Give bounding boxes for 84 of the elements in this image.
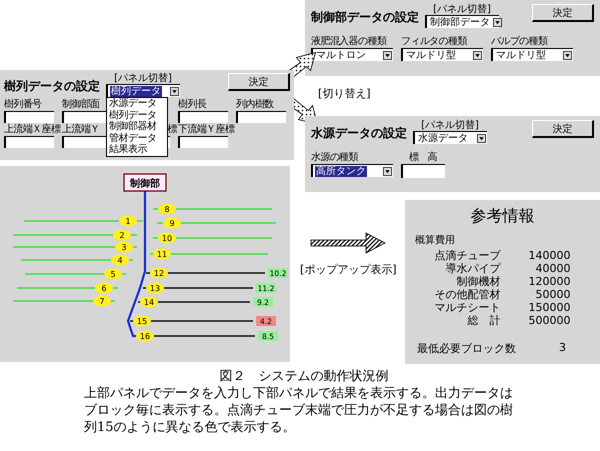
- cost-label: 総 計: [466, 314, 500, 327]
- branch-number-badge: 1: [119, 216, 137, 226]
- switch-label: [パネル切替]: [433, 4, 491, 15]
- field-label: 制御部面: [62, 99, 100, 111]
- cost-label: 導水パイプ: [444, 262, 500, 275]
- branch-number-badge: 5: [104, 268, 122, 280]
- dropdown-option[interactable]: 水源データ: [107, 98, 167, 110]
- field-label: 水源の種類: [311, 152, 358, 164]
- dropdown-option[interactable]: 結果表示: [107, 144, 167, 156]
- cost-value: 140000: [528, 249, 570, 262]
- branch-number-badge: 16: [136, 330, 154, 342]
- caption-text: 上部パネルでデータを入力し下部パネルで結果を表示する。出力データはブロック毎に表示する。点滴チューブ末端で圧力が不足する場合は図の樹列15のように異なる色で表示する。: [84, 385, 514, 436]
- cost-value: 50000: [534, 288, 570, 301]
- confirm-button[interactable]: 決定: [532, 120, 594, 138]
- figure-caption: 図２ システムの動作状況例: [220, 368, 388, 385]
- input-field[interactable]: [178, 136, 228, 148]
- cost-value: 150000: [528, 301, 570, 314]
- cost-label: 制御機材: [456, 275, 500, 288]
- branch-number-badge: 3: [115, 242, 133, 252]
- panel-switch-select[interactable]: 樹列データ: [106, 84, 180, 97]
- field-label: 標: [168, 124, 177, 136]
- caret-icon: [477, 134, 486, 142]
- branch-number-badge: 9: [163, 218, 181, 228]
- switch-label: [パネル切替]: [421, 120, 479, 131]
- field-label: 下流端Ｙ座標: [178, 124, 234, 136]
- field-label: 樹列長: [178, 99, 206, 111]
- info-title: 参考情報: [470, 206, 534, 227]
- caret-icon: [383, 50, 392, 60]
- section-label: 概算費用: [415, 234, 456, 247]
- branch-number-badge: 12: [150, 268, 168, 278]
- branch-number-badge: 11: [153, 248, 171, 260]
- branch-number-badge: 13: [146, 282, 164, 294]
- type-select[interactable]: マルトロン: [311, 48, 393, 61]
- type-select[interactable]: マルドリ型: [401, 48, 483, 61]
- field-label: バルブの種類: [491, 36, 548, 48]
- field-label: 上流端Ｘ座標: [4, 124, 60, 136]
- panel-title: 樹列データの設定: [4, 78, 100, 95]
- type-select[interactable]: マルドリ型: [491, 48, 573, 61]
- dropdown-option[interactable]: 制御部器材: [107, 121, 167, 132]
- branch-number-badge: 4: [111, 254, 129, 266]
- caret-icon: [473, 50, 482, 60]
- field-label: 液肥混入器の種類: [311, 36, 386, 48]
- cost-label: その他配管材: [434, 288, 500, 301]
- branch-number-badge: 2: [113, 230, 131, 240]
- dropdown-option[interactable]: 管材データ: [107, 132, 167, 144]
- branch-number-badge: 10: [158, 232, 176, 244]
- cost-value: 120000: [528, 275, 570, 288]
- cost-label: マルチシート: [434, 301, 500, 314]
- input-field[interactable]: [178, 111, 228, 123]
- field-label: 樹列番号: [4, 99, 42, 111]
- input-field[interactable]: [4, 111, 54, 123]
- confirm-button[interactable]: 決定: [228, 73, 290, 91]
- panel-title: 水源データの設定: [311, 125, 407, 142]
- field-label: 上流端Ｙ: [62, 124, 100, 136]
- cost-value: 40000: [534, 262, 570, 275]
- input-field[interactable]: [4, 136, 54, 148]
- popup-note: [ポップアップ表示]: [300, 262, 397, 277]
- switch-label: [パネル切替]: [114, 73, 172, 84]
- min-blocks-value: 3: [559, 341, 566, 356]
- caret-icon: [563, 50, 572, 60]
- caret-icon: [493, 18, 502, 26]
- switch-note: [切り替え]: [318, 86, 371, 101]
- dropdown-option[interactable]: 樹列データ: [107, 110, 167, 121]
- branch-number-badge: 15: [133, 316, 151, 326]
- field-label: 列内樹数: [236, 99, 274, 111]
- branch-number-badge: 6: [95, 282, 113, 294]
- branch-number-badge: 7: [93, 296, 111, 306]
- water-source-select[interactable]: 高所タンク: [311, 164, 393, 177]
- control-unit-box: 制御部: [123, 173, 167, 192]
- confirm-button[interactable]: 決定: [532, 4, 594, 22]
- branch-number-badge: 14: [140, 296, 158, 308]
- panel-switch-select[interactable]: 水源データ: [413, 131, 487, 144]
- caret-icon: [170, 86, 179, 96]
- branch-number-badge: 8: [158, 204, 176, 214]
- cost-value: 500000: [528, 314, 570, 327]
- input-field[interactable]: [401, 164, 445, 178]
- caret-icon: [383, 166, 392, 176]
- field-label: フィルタの種類: [401, 36, 467, 48]
- panel-switch-select[interactable]: 制御部データ: [425, 15, 499, 28]
- field-label: 標 高: [408, 152, 438, 164]
- cost-label: 点滴チューブ: [434, 249, 500, 262]
- panel-title: 制御部データの設定: [311, 9, 419, 26]
- input-field[interactable]: [236, 111, 286, 123]
- min-blocks-label: 最低必要ブロック数: [417, 341, 516, 356]
